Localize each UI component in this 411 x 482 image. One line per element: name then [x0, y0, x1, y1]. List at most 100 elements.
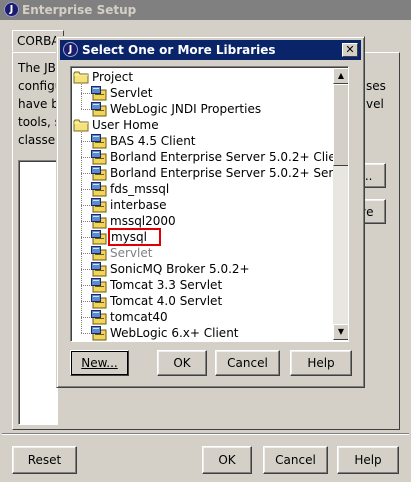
library-tree[interactable]: Project Servlet WebLogic JNDI Properties Us… [70, 66, 349, 342]
library-icon [91, 310, 107, 325]
tree-node-label: fds_mssql [110, 182, 170, 196]
description-line: The JB [18, 61, 56, 75]
scroll-thumb[interactable] [333, 84, 348, 166]
library-icon [91, 198, 107, 213]
main-window-title: Enterprise Setup [22, 3, 137, 17]
tree-connector [81, 333, 90, 334]
main-ok-button[interactable]: OK [202, 446, 252, 474]
dialog-help-button[interactable]: Help [290, 350, 352, 376]
scroll-up-icon[interactable]: ▲ [333, 68, 348, 84]
tree-folder-node[interactable]: User Home [71, 117, 331, 133]
tree-node-label: Tomcat 3.3 Servlet [110, 278, 223, 292]
reset-button[interactable]: Reset [12, 446, 77, 474]
tree-library-node[interactable]: Borland Enterprise Server 5.0.2+ Client [71, 149, 348, 165]
main-window-titlebar[interactable]: J Enterprise Setup [0, 0, 411, 20]
tree-node-label: BAS 4.5 Client [110, 134, 196, 148]
dialog-cancel-button[interactable]: Cancel [215, 350, 280, 376]
library-icon [91, 262, 107, 277]
tab-corba-label: CORBA [17, 34, 60, 48]
tree-library-node[interactable]: WebLogic 6.x+ Client [71, 325, 331, 341]
tree-connector [81, 237, 90, 238]
tree-library-node[interactable]: mysql [71, 228, 331, 246]
tree-library-node[interactable]: Tomcat 3.3 Servlet [71, 277, 331, 293]
java-app-icon: J [63, 42, 78, 57]
tree-connector [81, 173, 90, 174]
main-library-list[interactable] [18, 160, 58, 425]
tree-connector [81, 285, 90, 286]
tree-connector [81, 189, 90, 190]
tree-node-label: mysql [108, 228, 161, 246]
tree-connector [81, 253, 90, 254]
tree-node-label: Servlet [110, 86, 153, 100]
tree-connector [81, 84, 82, 109]
tree-connector [81, 317, 90, 318]
tree-node-label: tomcat40 [110, 310, 168, 324]
java-app-icon: J [4, 2, 19, 17]
tree-library-node[interactable]: tomcat40 [71, 309, 331, 325]
tree-node-label: WebLogic 6.x+ Client [110, 326, 239, 340]
library-icon [91, 134, 107, 149]
tree-connector [81, 141, 90, 142]
dialog-titlebar[interactable]: J Select One or More Libraries ✕ [60, 40, 361, 60]
vertical-scrollbar[interactable]: ▲ ▼ [333, 68, 348, 340]
description-line: classe [18, 133, 56, 147]
library-icon [91, 230, 107, 245]
tree-library-node[interactable]: mssql2000 [71, 213, 331, 229]
dialog-title: Select One or More Libraries [82, 43, 276, 57]
library-icon [91, 246, 107, 261]
tree-library-node[interactable]: fds_mssql [71, 181, 331, 197]
tree-node-label: WebLogic JNDI Properties [110, 102, 262, 116]
tree-node-label: Servlet [110, 246, 153, 260]
tree-connector [81, 109, 90, 110]
library-icon [91, 294, 107, 309]
main-side-button-1[interactable]: ... [361, 163, 386, 188]
select-libraries-dialog[interactable]: J Select One or More Libraries ✕ Project… [56, 36, 365, 388]
close-icon[interactable]: ✕ [342, 43, 358, 57]
tree-library-node[interactable]: Tomcat 4.0 Servlet [71, 293, 331, 309]
library-icon [91, 214, 107, 229]
dialog-ok-button[interactable]: OK [157, 350, 207, 376]
folder-icon [73, 118, 89, 132]
description-line: have b [18, 97, 59, 111]
tree-node-label: Project [92, 70, 134, 84]
library-icon [91, 326, 107, 341]
tree-folder-node[interactable]: Project [71, 69, 331, 85]
library-icon [91, 86, 107, 101]
new-button-label: New... [81, 356, 118, 370]
tree-library-node[interactable]: Servlet [71, 85, 331, 101]
tree-connector [81, 93, 90, 94]
tree-library-node[interactable]: Servlet [71, 245, 331, 261]
tree-connector [81, 157, 90, 158]
tree-node-label: Borland Enterprise Server 5.0.2+ Client [110, 150, 349, 164]
description-line: tools, s [18, 115, 61, 129]
tree-node-label: interbase [110, 198, 167, 212]
library-icon [91, 166, 107, 181]
divider [2, 433, 409, 435]
scroll-down-icon[interactable]: ▼ [333, 324, 348, 340]
tree-library-node[interactable]: Borland Enterprise Server 5.0.2+ Servlet [71, 165, 348, 181]
tree-connector [81, 132, 82, 333]
tree-node-label: mssql2000 [110, 214, 176, 228]
tree-connector [81, 301, 90, 302]
library-icon [91, 150, 107, 165]
tree-node-label: Borland Enterprise Server 5.0.2+ Servlet [110, 166, 349, 180]
tree-library-node[interactable]: interbase [71, 197, 331, 213]
tree-library-node[interactable]: WebLogic JNDI Properties [71, 101, 331, 117]
new-button[interactable]: New... [70, 350, 129, 376]
main-cancel-button[interactable]: Cancel [263, 446, 328, 474]
main-help-button[interactable]: Help [337, 446, 399, 474]
description-fragment: vel [366, 97, 384, 111]
tree-connector [81, 221, 90, 222]
tree-node-label: Tomcat 4.0 Servlet [110, 294, 223, 308]
library-icon [91, 182, 107, 197]
tree-library-node[interactable]: SonicMQ Broker 5.0.2+ [71, 261, 331, 277]
tree-connector [81, 269, 90, 270]
library-icon [91, 278, 107, 293]
library-icon [91, 102, 107, 117]
main-side-button-2[interactable]: ve [359, 199, 386, 224]
description-fragment: ses [366, 79, 386, 93]
tree-node-label: User Home [92, 118, 159, 132]
tree-node-label: SonicMQ Broker 5.0.2+ [110, 262, 250, 276]
tree-library-node[interactable]: BAS 4.5 Client [71, 133, 331, 149]
folder-icon [73, 70, 89, 84]
